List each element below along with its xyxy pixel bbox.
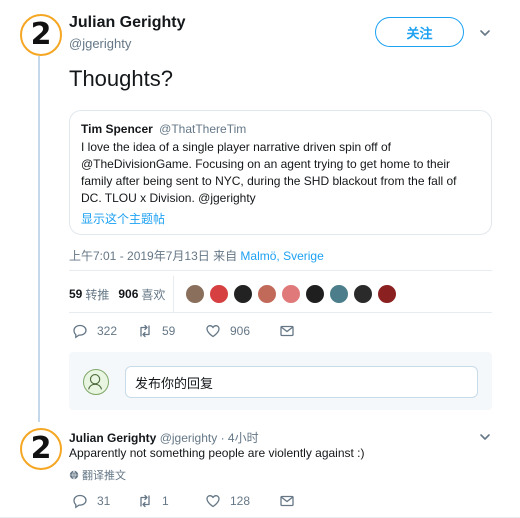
retweet-count: 59 (162, 324, 176, 338)
reply-author-handle[interactable]: @jgerighty (160, 431, 218, 445)
current-user-avatar (83, 369, 109, 395)
globe-icon (69, 470, 79, 480)
quoted-tweet-card[interactable]: Tim Spencer @ThatThereTim I love the ide… (69, 110, 492, 235)
reply-input[interactable]: 发布你的回复 (125, 366, 478, 398)
author-name[interactable]: Julian Gerighty (69, 14, 185, 32)
heart-icon (206, 325, 220, 338)
author-handle[interactable]: @jgerighty (69, 36, 131, 51)
liker-avatar[interactable] (233, 284, 253, 304)
like-action[interactable]: 128 (205, 493, 279, 509)
reply-icon (73, 494, 87, 509)
reply-text: Apparently not something people are viol… (69, 446, 365, 460)
thread-connector-line (38, 56, 40, 422)
heart-icon (206, 495, 220, 508)
reply-actions: 31 1 128 (72, 493, 304, 509)
retweet-icon (140, 324, 150, 338)
liker-avatar[interactable] (209, 284, 229, 304)
reply-action[interactable]: 322 (72, 323, 137, 339)
liker-avatar[interactable] (353, 284, 373, 304)
chevron-down-icon[interactable] (478, 26, 492, 40)
stats-divider (173, 276, 174, 312)
liker-avatar[interactable] (257, 284, 277, 304)
likes-label[interactable]: 喜欢 (141, 286, 165, 303)
retweet-count: 1 (162, 494, 169, 508)
liker-avatars (185, 284, 401, 304)
envelope-icon (280, 325, 294, 337)
retweets-count[interactable]: 59 (69, 287, 82, 301)
tweet-actions: 322 59 906 (72, 323, 304, 339)
translate-label: 翻译推文 (82, 470, 126, 482)
liker-avatar[interactable] (329, 284, 349, 304)
quote-author-name: Tim Spencer (81, 122, 153, 136)
follow-button[interactable]: 关注 (375, 17, 464, 47)
likes-count[interactable]: 906 (118, 287, 138, 301)
envelope-icon (280, 495, 294, 507)
reply-header: Julian Gerighty @jgerighty · 4小时 (69, 429, 259, 446)
translate-tweet-link[interactable]: 翻译推文 (69, 467, 126, 483)
reply-count: 31 (97, 494, 111, 508)
timestamp: 上午7:01 - 2019年7月13日 来自 (69, 249, 238, 263)
divider (69, 312, 492, 313)
quote-author-handle: @ThatThereTim (159, 122, 247, 136)
retweet-icon (140, 494, 150, 508)
quote-body: I love the idea of a single player narra… (81, 140, 457, 205)
avatar[interactable]: 2 (20, 14, 62, 56)
reply-action[interactable]: 31 (72, 493, 137, 509)
avatar-glyph: 2 (30, 17, 52, 52)
avatar-glyph: 2 (30, 431, 52, 466)
reply-time[interactable]: · 4小时 (221, 431, 259, 445)
reply-count: 322 (97, 324, 118, 338)
like-action[interactable]: 906 (205, 323, 279, 339)
liker-avatar[interactable] (377, 284, 397, 304)
like-count: 906 (230, 324, 251, 338)
liker-avatar[interactable] (305, 284, 325, 304)
liker-avatar[interactable] (281, 284, 301, 304)
retweets-label[interactable]: 转推 (85, 286, 109, 303)
location-link[interactable]: Malmö, Sverige (240, 249, 323, 263)
retweet-action[interactable]: 59 (137, 323, 205, 339)
liker-avatar[interactable] (185, 284, 205, 304)
show-thread-link[interactable]: 显示这个主题帖 (81, 210, 480, 227)
divider (69, 270, 492, 271)
direct-message-action[interactable] (279, 323, 304, 339)
tweet-metadata: 上午7:01 - 2019年7月13日 来自 Malmö, Sverige (69, 247, 324, 264)
like-count: 128 (230, 494, 251, 508)
avatar[interactable]: 2 (20, 428, 62, 470)
direct-message-action[interactable] (279, 493, 304, 509)
reply-author-name[interactable]: Julian Gerighty (69, 431, 156, 445)
chevron-down-icon[interactable] (478, 430, 492, 444)
retweet-action[interactable]: 1 (137, 493, 205, 509)
tweet-text: Thoughts? (69, 66, 173, 91)
reply-icon (73, 324, 87, 339)
tweet-stats: 59 转推 906 喜欢 (69, 284, 165, 304)
